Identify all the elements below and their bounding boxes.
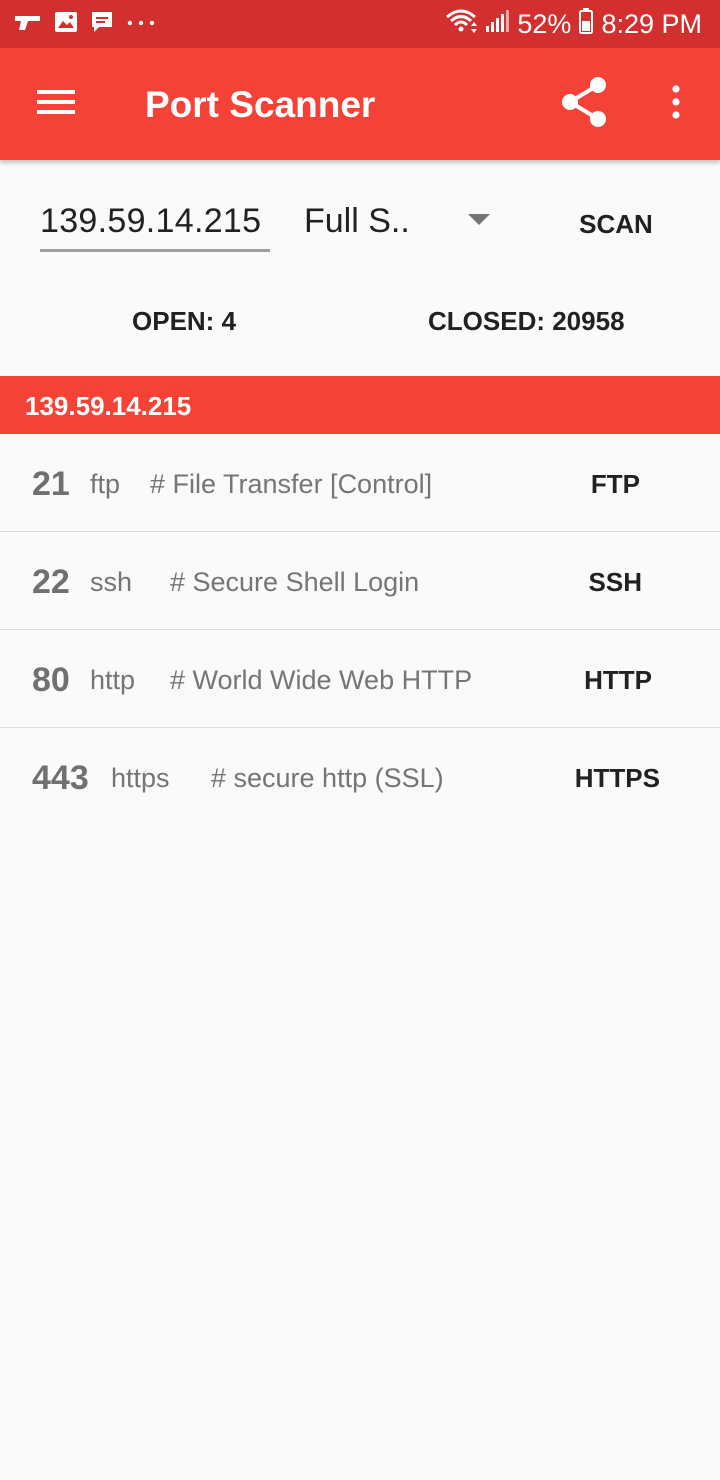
list-item[interactable]: 443 https # secure http (SSL) HTTPS: [0, 728, 720, 825]
notification-icons: [14, 10, 156, 38]
wifi-icon: [445, 8, 478, 41]
clock: 8:29 PM: [601, 8, 702, 39]
menu-icon: [37, 88, 75, 121]
scan-button[interactable]: SCAN: [560, 196, 672, 252]
port-service: HTTPS: [574, 763, 660, 793]
battery-percentage: 52%: [517, 8, 572, 39]
port-number: 21: [32, 465, 70, 503]
closed-count: CLOSED: 20958: [428, 306, 625, 336]
share-icon: [559, 75, 609, 134]
port-number: 443: [32, 759, 89, 797]
port-number: 22: [32, 563, 70, 601]
port-description: # File Transfer [Control]: [150, 469, 433, 499]
scan-type-dropdown[interactable]: Full S..: [304, 196, 500, 252]
port-service: HTTP: [584, 665, 652, 695]
dropdown-arrow-icon: [468, 214, 490, 225]
host-header-label: 139.59.14.215: [25, 391, 192, 421]
port-protocol: https: [111, 763, 170, 793]
battery-icon: [579, 7, 594, 41]
host-header: 139.59.14.215: [0, 376, 720, 434]
image-icon: [54, 11, 78, 38]
chat-icon: [90, 10, 114, 39]
status-bar: 52% 8:29 PM: [0, 0, 720, 48]
port-description: # secure http (SSL): [211, 763, 444, 793]
port-description: # World Wide Web HTTP: [170, 665, 473, 695]
app-bar: Port Scanner: [0, 48, 720, 160]
port-protocol: ssh: [90, 567, 133, 597]
port-protocol: http: [90, 665, 136, 695]
port-service: FTP: [590, 469, 640, 499]
port-list: 21 ftp # File Transfer [Control] FTP 22 …: [0, 434, 720, 825]
port-number: 80: [32, 661, 70, 699]
open-count: OPEN: 4: [132, 306, 237, 336]
port-protocol: ftp: [90, 469, 121, 499]
more-vert-icon: [671, 84, 681, 125]
signal-icon: [485, 9, 510, 40]
share-button[interactable]: [552, 72, 616, 136]
port-description: # Secure Shell Login: [170, 567, 420, 597]
list-item[interactable]: 22 ssh # Secure Shell Login SSH: [0, 532, 720, 630]
page-title: Port Scanner: [145, 84, 376, 125]
menu-button[interactable]: [28, 80, 84, 128]
more-notifications-icon: [126, 15, 156, 33]
gun-icon: [14, 12, 42, 37]
overflow-menu-button[interactable]: [652, 80, 700, 128]
port-service: SSH: [588, 567, 642, 597]
scan-type-value: Full S..: [304, 202, 410, 240]
list-item[interactable]: 21 ftp # File Transfer [Control] FTP: [0, 434, 720, 532]
host-input[interactable]: 139.59.14.215: [40, 196, 270, 252]
list-item[interactable]: 80 http # World Wide Web HTTP HTTP: [0, 630, 720, 728]
system-status: 52% 8:29 PM: [445, 6, 702, 42]
